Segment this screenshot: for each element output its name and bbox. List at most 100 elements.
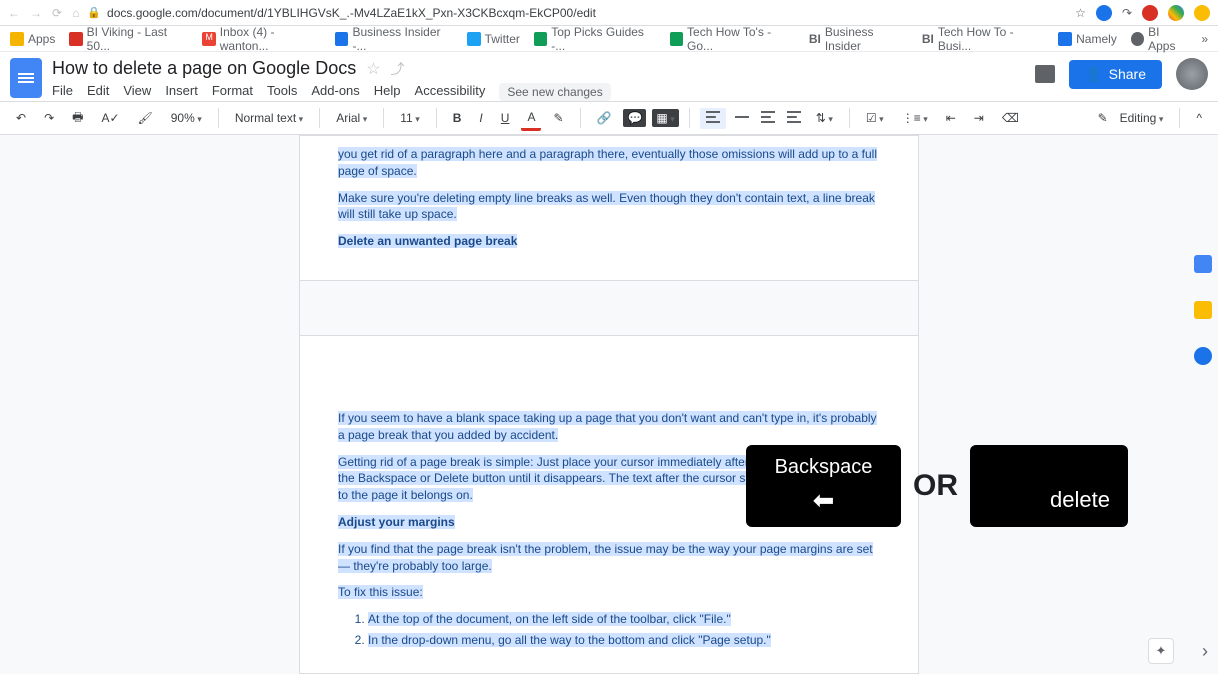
font-select[interactable]: Arial bbox=[330, 107, 373, 129]
menu-insert[interactable]: Insert bbox=[165, 83, 198, 101]
url-text: docs.google.com/document/d/1YBLIHGVsK_.-… bbox=[107, 6, 596, 20]
ext-icon[interactable]: ↷ bbox=[1122, 6, 1132, 20]
bookmark-label: Business Insider bbox=[825, 25, 908, 53]
bookmark-item[interactable]: BIBusiness Insider bbox=[809, 25, 908, 53]
style-select[interactable]: Normal text bbox=[229, 107, 309, 129]
docs-logo-icon[interactable] bbox=[10, 58, 42, 98]
see-new-changes[interactable]: See new changes bbox=[499, 83, 610, 101]
list-item-text: At the top of the document, on the left … bbox=[368, 612, 731, 626]
bullet-list-button[interactable]: ⋮≡ bbox=[896, 107, 934, 129]
lock-icon: 🔒 bbox=[87, 6, 101, 19]
forward-icon[interactable]: → bbox=[30, 6, 42, 20]
doc-header: How to delete a page on Google Docs ☆ ⤴ … bbox=[0, 52, 1218, 101]
tasks-icon[interactable] bbox=[1194, 347, 1212, 365]
bookmark-item[interactable]: BITech How To - Busi... bbox=[922, 25, 1044, 53]
bookmarks-overflow-icon[interactable]: » bbox=[1201, 32, 1208, 46]
page-gap bbox=[299, 281, 919, 335]
align-justify-button[interactable] bbox=[784, 111, 804, 126]
calendar-icon[interactable] bbox=[1194, 255, 1212, 273]
menu-bar: File Edit View Insert Format Tools Add-o… bbox=[52, 83, 611, 101]
align-left-button[interactable] bbox=[700, 108, 726, 129]
bold-button[interactable]: B bbox=[447, 107, 468, 129]
home-icon[interactable]: ⌂ bbox=[72, 6, 79, 20]
body-text: Make sure you're deleting empty line bre… bbox=[338, 191, 875, 222]
url-bar[interactable]: 🔒 docs.google.com/document/d/1YBLIHGVsK_… bbox=[87, 6, 1067, 20]
bookmark-item[interactable]: BI Viking - Last 50... bbox=[69, 25, 188, 53]
menu-accessibility[interactable]: Accessibility bbox=[415, 83, 486, 101]
menu-tools[interactable]: Tools bbox=[267, 83, 297, 101]
star-icon[interactable]: ☆ bbox=[1075, 6, 1086, 20]
reload-icon[interactable]: ⟳ bbox=[52, 6, 62, 20]
add-comment-icon[interactable]: 💬 bbox=[623, 109, 646, 127]
redo-icon[interactable]: ↷ bbox=[38, 107, 60, 129]
zoom-select[interactable]: 90% bbox=[165, 107, 208, 129]
document-page[interactable]: you get rid of a paragraph here and a pa… bbox=[299, 135, 919, 281]
backspace-key-graphic: Backspace ⬅ bbox=[746, 445, 901, 527]
line-spacing-button[interactable]: ⇅ bbox=[810, 107, 839, 129]
back-icon[interactable]: ← bbox=[8, 6, 20, 20]
share-label: Share bbox=[1109, 66, 1146, 82]
ext-icon[interactable] bbox=[1096, 5, 1112, 21]
menu-help[interactable]: Help bbox=[374, 83, 401, 101]
ext-icon[interactable] bbox=[1194, 5, 1210, 21]
heading-text: Adjust your margins bbox=[338, 515, 455, 529]
indent-decrease-button[interactable]: ⇤ bbox=[940, 107, 962, 129]
body-text: If you seem to have a blank space taking… bbox=[338, 411, 877, 442]
checklist-button[interactable]: ☑ bbox=[860, 107, 890, 129]
menu-file[interactable]: File bbox=[52, 83, 73, 101]
undo-icon[interactable]: ↶ bbox=[10, 107, 32, 129]
show-side-panel-icon[interactable]: › bbox=[1202, 641, 1208, 662]
bookmarks-bar: Apps BI Viking - Last 50... MInbox (4) -… bbox=[0, 26, 1218, 52]
bookmark-item[interactable]: Top Picks Guides -... bbox=[534, 25, 656, 53]
bookmark-item[interactable]: Twitter bbox=[467, 32, 520, 46]
collapse-toolbar-icon[interactable]: ^ bbox=[1190, 107, 1208, 129]
bookmark-apps[interactable]: Apps bbox=[10, 32, 55, 46]
print-icon[interactable]: 🖶 bbox=[66, 104, 89, 133]
clear-format-button[interactable]: ⌫ bbox=[996, 107, 1025, 129]
text-color-button[interactable]: A bbox=[521, 106, 541, 131]
align-center-button[interactable] bbox=[732, 111, 752, 126]
star-icon[interactable]: ☆ bbox=[366, 59, 380, 79]
indent-increase-button[interactable]: ⇥ bbox=[968, 107, 990, 129]
comments-icon[interactable] bbox=[1035, 65, 1055, 83]
menu-format[interactable]: Format bbox=[212, 83, 253, 101]
insert-link-icon[interactable]: 🔗 bbox=[591, 107, 618, 129]
underline-button[interactable]: U bbox=[495, 107, 516, 129]
move-icon[interactable]: ⤴ bbox=[391, 59, 405, 79]
menu-addons[interactable]: Add-ons bbox=[311, 83, 359, 101]
share-button[interactable]: 👤 Share bbox=[1069, 60, 1162, 89]
heading-text: Delete an unwanted page break bbox=[338, 234, 517, 248]
bookmark-label: Tech How To - Busi... bbox=[938, 25, 1044, 53]
spellcheck-icon[interactable]: A✓ bbox=[95, 107, 125, 129]
delete-label: delete bbox=[1050, 487, 1110, 513]
insert-image-icon[interactable]: ▦ bbox=[652, 109, 678, 127]
align-right-button[interactable] bbox=[758, 111, 778, 126]
ext-icon[interactable] bbox=[1142, 5, 1158, 21]
menu-edit[interactable]: Edit bbox=[87, 83, 109, 101]
mode-select[interactable]: Editing bbox=[1114, 107, 1170, 129]
delete-key-graphic: delete bbox=[970, 445, 1128, 527]
fontsize-select[interactable]: 11 bbox=[394, 107, 426, 129]
bookmark-item[interactable]: BI Apps bbox=[1131, 25, 1188, 53]
paint-format-icon[interactable]: 🖌 bbox=[132, 107, 159, 129]
keep-icon[interactable] bbox=[1194, 301, 1212, 319]
bookmark-item[interactable]: Namely bbox=[1058, 32, 1117, 46]
bookmark-item[interactable]: MInbox (4) - wanton... bbox=[202, 25, 321, 53]
left-arrow-icon: ⬅ bbox=[813, 485, 835, 516]
bookmark-item[interactable]: Tech How To's - Go... bbox=[670, 25, 795, 53]
doc-title[interactable]: How to delete a page on Google Docs bbox=[52, 58, 356, 79]
explore-button[interactable]: ✦ bbox=[1148, 638, 1174, 664]
bookmark-label: Business Insider -... bbox=[352, 25, 452, 53]
highlight-button[interactable]: ✎ bbox=[547, 107, 569, 129]
bookmark-label: Tech How To's - Go... bbox=[687, 25, 795, 53]
profile-icon[interactable] bbox=[1168, 5, 1184, 21]
menu-view[interactable]: View bbox=[123, 83, 151, 101]
person-icon: 👤 bbox=[1085, 66, 1102, 83]
italic-button[interactable]: I bbox=[473, 107, 488, 129]
body-text: you get rid of a paragraph here and a pa… bbox=[338, 147, 877, 178]
bookmark-label: BI Apps bbox=[1148, 25, 1187, 53]
bookmark-label: Namely bbox=[1076, 32, 1117, 46]
account-avatar[interactable] bbox=[1176, 58, 1208, 90]
backspace-label: Backspace bbox=[775, 456, 873, 479]
bookmark-item[interactable]: Business Insider -... bbox=[335, 25, 452, 53]
